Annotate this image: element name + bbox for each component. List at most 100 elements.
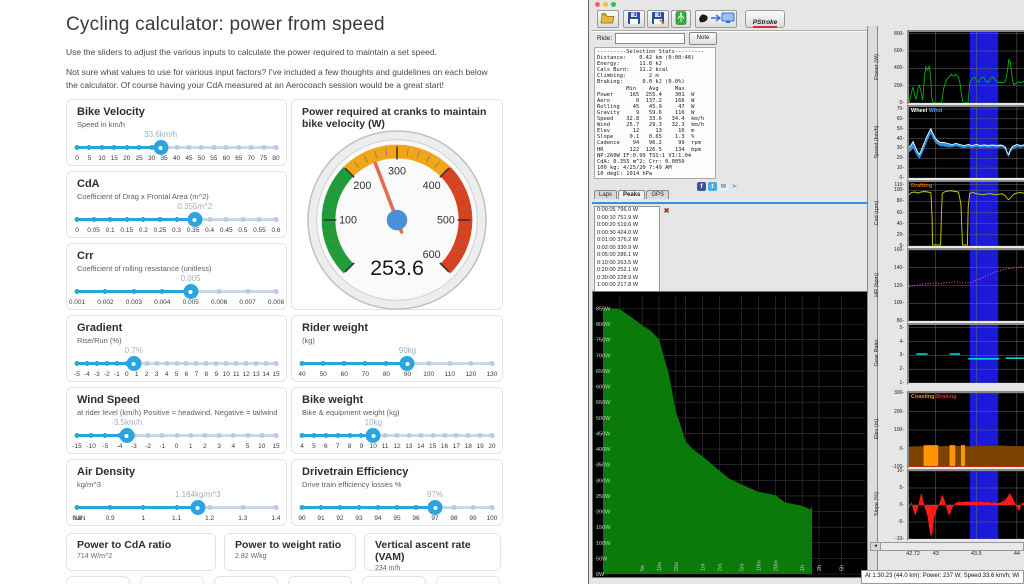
slider-value-label: 97% [427,490,443,499]
chart-power[interactable] [907,30,1024,105]
power-duration-chart[interactable]: 850W800W750W700W650W600W550W500W450W400W… [592,291,868,578]
chart-cadence[interactable] [907,180,1024,248]
slider-wind[interactable]: -3.5km/h-15-10-5-4-3-2-10123451015 [77,418,276,454]
slider-dot [319,505,324,510]
chart-gear[interactable] [907,323,1024,385]
tab-laps[interactable]: Laps [594,190,617,199]
series-power [909,60,1024,103]
device-connect-button[interactable] [671,10,691,28]
slider-handle[interactable] [153,140,168,155]
slider-bike_weight[interactable]: 10kg4567891011121314151617181920 [302,418,492,454]
slider-dot [383,433,388,438]
window-zoom-button[interactable] [611,2,616,7]
slider-dot [89,433,94,438]
data-tabs: Laps Peaks GPS [594,190,670,199]
peak-power-row[interactable]: 0:01:00 376.2 W [595,237,659,245]
slider-handle[interactable] [400,356,415,371]
peak-power-row[interactable]: 0:05:00 286.1 W [595,252,659,260]
chart-speed[interactable] [907,105,1024,180]
tab-peaks[interactable]: Peaks [618,190,645,199]
save-as-button[interactable] [647,10,669,28]
slider-dot [274,217,279,222]
pd-xtick-label: 20m [773,560,779,571]
pstroke-button[interactable]: PStroke [745,10,785,28]
ride-input[interactable] [615,33,685,44]
slider-velocity[interactable]: 33.6km/h05101520253035404550556065707580 [77,130,276,166]
slider-handle[interactable] [187,212,202,227]
peak-power-row[interactable]: 0:02:00 330.9 W [595,245,659,253]
chart-slope[interactable] [907,469,1024,541]
slider-track[interactable] [302,434,492,437]
slider-handle[interactable] [428,500,443,515]
download-to-computer-button[interactable] [695,10,737,28]
peak-power-row[interactable]: 1:00:00 217.8 W [595,282,659,290]
slider-tick-label: 0.4 [205,227,214,234]
slider-handle[interactable] [366,428,381,443]
peak-power-row[interactable]: 0:10:00 263.5 W [595,260,659,268]
slider-dot [395,505,400,510]
open-ride-button[interactable] [597,10,619,28]
slider-dot [300,505,305,510]
scroll-left-arrow-icon[interactable]: ◄ [871,543,881,550]
peak-power-row[interactable]: 0:30:00 228.9 W [595,275,659,283]
ytick-label-slope: -5- [881,519,904,525]
peak-power-row[interactable]: 0:00:05 796.0 W [595,207,659,215]
slider-track[interactable] [77,290,276,293]
email-icon[interactable]: ✉ [719,182,728,191]
slider-track[interactable] [302,362,492,365]
slider-tick-label: 65 [235,155,242,162]
slider-tick-label: 1 [135,371,139,378]
slider-cda[interactable]: 0.355m^200.050.10.150.20.250.30.350.40.4… [77,202,276,238]
slider-handle[interactable] [183,284,198,299]
ytick-label-cadence: 20- [881,232,904,238]
slider-track[interactable] [77,362,276,365]
close-icon[interactable]: ✖ [662,207,671,216]
slider-dot [384,361,389,366]
slider-track[interactable] [77,506,276,509]
tab-gps[interactable]: GPS [646,190,669,199]
facebook-icon[interactable]: f [697,182,706,191]
slider-tick-label: 90 [298,515,305,522]
slider-tick-label: 10 [370,443,377,450]
slider-handle-dot [132,362,136,366]
slider-handle[interactable] [119,428,134,443]
peak-power-row[interactable]: 0:00:20 519.6 W [595,222,659,230]
slider-dot [75,217,80,222]
slider-dot [124,217,129,222]
chart-scrollbar[interactable]: ◄ [870,542,1024,551]
slider-air[interactable]: 1.164kg/m^30.8NaN0.911.11.21.31.4 [77,490,276,526]
pd-xtick-label: 5m [740,563,746,571]
slider-crr[interactable]: 0.0050.0010.0020.0030.0040.0050.0060.007… [77,274,276,310]
save-button[interactable] [623,10,645,28]
twitter-icon[interactable]: t [708,182,717,191]
send-icon[interactable]: ➢ [730,182,739,191]
window-close-button[interactable] [595,2,600,7]
slider-tick-label: 12 [243,371,250,378]
result-value: 714 W/m^2 [77,553,205,560]
chart-hr[interactable] [907,248,1024,323]
slider-tick-label: 4 [232,443,236,450]
slider-gradient[interactable]: 0.7%-5-4-3-2-10123456789101112131415 [77,346,276,382]
slider-tick-label: 2 [145,371,149,378]
slider-track[interactable] [77,218,276,221]
slider-dot [447,361,452,366]
slider-drivetrain[interactable]: 97%90919293949596979899100 [302,490,492,526]
slider-track[interactable] [77,146,276,149]
note-button[interactable]: Note [689,32,717,45]
slider-track[interactable] [77,434,276,437]
slider-handle[interactable] [126,356,141,371]
chart-elev[interactable] [907,391,1024,469]
peak-power-row[interactable]: 0:20:00 252.1 W [595,267,659,275]
peak-power-row[interactable]: 0:00:10 751.9 W [595,215,659,223]
slider-dot [211,145,216,150]
slider-tick-label: 92 [336,515,343,522]
slider-handle[interactable] [190,500,205,515]
slider-dot [174,505,179,510]
window-minimize-button[interactable] [603,2,608,7]
peak-power-row[interactable]: 0:00:30 424.0 W [595,230,659,238]
series-cadence [909,191,1024,245]
slider-track[interactable] [302,506,492,509]
slider-dot [108,505,113,510]
slider-rider_weight[interactable]: 90kg405060708090100110120130 [302,346,492,382]
peak-power-list[interactable]: 0:00:05 796.0 W0:00:10 751.9 W0:00:20 51… [594,206,660,293]
